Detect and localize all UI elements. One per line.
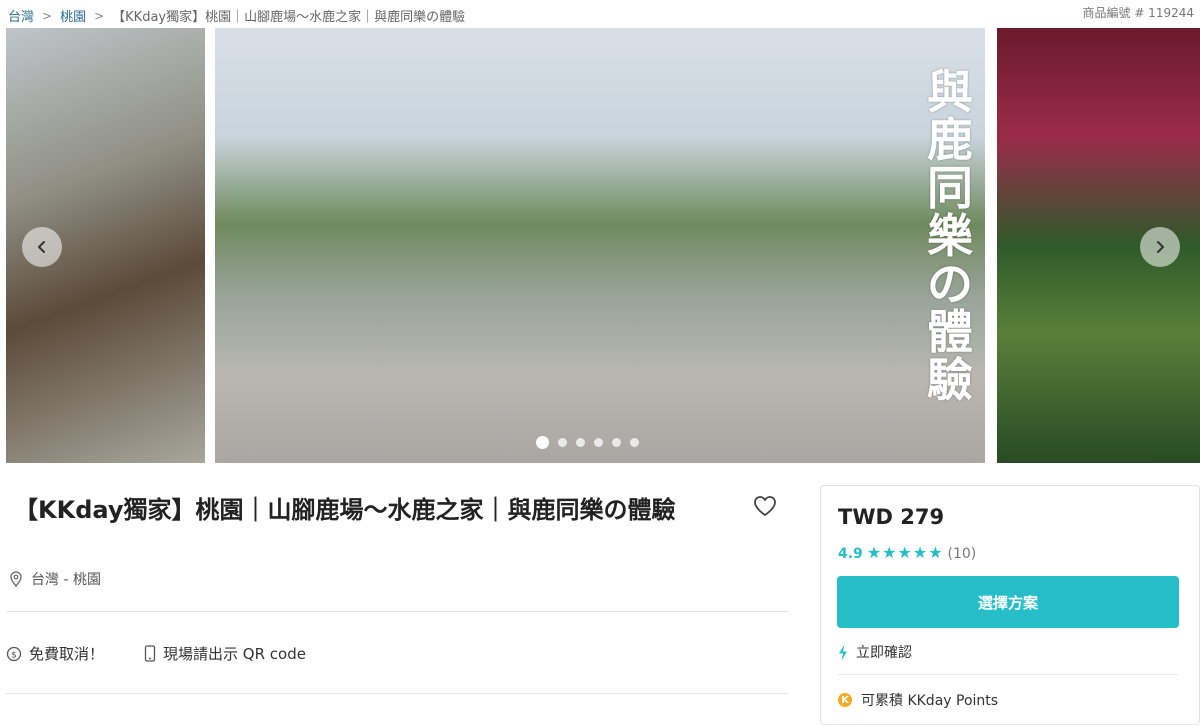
- location-text: 台灣 - 桃園: [31, 572, 101, 588]
- overlay-char: 體: [927, 305, 973, 359]
- rating[interactable]: 4.9 ★★★★★ (10): [838, 545, 976, 562]
- breadcrumb-separator: >: [94, 8, 105, 23]
- svg-text:$: $: [11, 650, 17, 660]
- star-icon: ★: [866, 543, 882, 562]
- chevron-left-icon: [38, 241, 45, 253]
- image-overlay-text: 與 鹿 同 樂 の 體 驗: [915, 68, 985, 404]
- overlay-char: 同: [927, 161, 973, 215]
- feature-free-cancel: $ 免費取消！: [6, 643, 104, 664]
- breadcrumb: 台灣 > 桃園 > 【KKday獨家】桃園｜山腳鹿場～水鹿之家｜與鹿同樂の體驗: [8, 6, 466, 26]
- rating-stars: ★★★★★: [867, 545, 944, 562]
- top-bar: 台灣 > 桃園 > 【KKday獨家】桃園｜山腳鹿場～水鹿之家｜與鹿同樂の體驗 …: [0, 0, 1200, 28]
- product-location: 台灣 - 桃園: [10, 569, 101, 589]
- gallery-next-button[interactable]: [1140, 227, 1180, 267]
- image-gallery: 與 鹿 同 樂 の 體 驗: [0, 28, 1200, 463]
- product-title: 【KKday獨家】桃園｜山腳鹿場～水鹿之家｜與鹿同樂の體驗: [14, 496, 676, 524]
- overlay-char: 樂: [927, 209, 973, 263]
- coin-icon: K: [838, 693, 852, 707]
- lightning-icon: [839, 644, 847, 660]
- card-divider: [837, 674, 1179, 675]
- wishlist-button[interactable]: [752, 494, 778, 518]
- star-icon: ★: [882, 543, 897, 562]
- overlay-char: の: [927, 257, 973, 311]
- mobile-phone-icon: [144, 645, 156, 662]
- feature-label: 現場請出示 QR code: [163, 645, 306, 663]
- star-icon: ★: [928, 543, 943, 562]
- pagination-dot-active[interactable]: [536, 436, 549, 449]
- refund-icon: $: [6, 646, 22, 661]
- section-divider: [6, 611, 789, 612]
- breadcrumb-separator: >: [42, 8, 53, 23]
- instant-confirmation-label: 立即確認: [856, 645, 912, 661]
- feature-label: 免費取消！: [29, 645, 105, 663]
- breadcrumb-link-taiwan[interactable]: 台灣: [8, 6, 34, 25]
- location-pin-icon: [10, 571, 22, 587]
- product-features: $ 免費取消！ 現場請出示 QR code: [6, 643, 346, 664]
- kkday-points: K 可累積 KKday Points: [838, 690, 998, 710]
- section-divider: [6, 693, 789, 694]
- instant-confirmation: 立即確認: [838, 642, 912, 662]
- points-label: 可累積 KKday Points: [861, 693, 999, 709]
- product-code: 商品編號 # 119244: [1082, 6, 1195, 20]
- pagination-dot[interactable]: [576, 438, 585, 447]
- booking-card: TWD 279 4.9 ★★★★★ (10) 選擇方案 立即確認 K 可累積 K…: [820, 485, 1200, 725]
- chevron-right-icon: [1157, 241, 1164, 253]
- select-plan-button[interactable]: 選擇方案: [837, 576, 1179, 628]
- pagination-dot[interactable]: [558, 438, 567, 447]
- breadcrumb-link-taoyuan[interactable]: 桃園: [60, 6, 86, 25]
- review-count: (10): [947, 545, 977, 562]
- overlay-char: 鹿: [927, 113, 973, 167]
- breadcrumb-current: 【KKday獨家】桃園｜山腳鹿場～水鹿之家｜與鹿同樂の體驗: [112, 10, 466, 25]
- pagination-dot[interactable]: [594, 438, 603, 447]
- pagination-dot[interactable]: [612, 438, 621, 447]
- overlay-char: 與: [927, 65, 973, 119]
- rating-score: 4.9: [838, 545, 863, 562]
- overlay-char: 驗: [927, 353, 973, 407]
- gallery-pagination: [536, 436, 639, 449]
- feature-qr-code: 現場請出示 QR code: [144, 643, 306, 664]
- price: TWD 279: [838, 505, 945, 529]
- gallery-prev-button[interactable]: [22, 227, 62, 267]
- pagination-dot[interactable]: [630, 438, 639, 447]
- star-icon: ★: [897, 543, 912, 562]
- star-icon: ★: [912, 543, 928, 562]
- heart-icon: [754, 496, 776, 516]
- gallery-image-main[interactable]: 與 鹿 同 樂 の 體 驗: [215, 28, 985, 463]
